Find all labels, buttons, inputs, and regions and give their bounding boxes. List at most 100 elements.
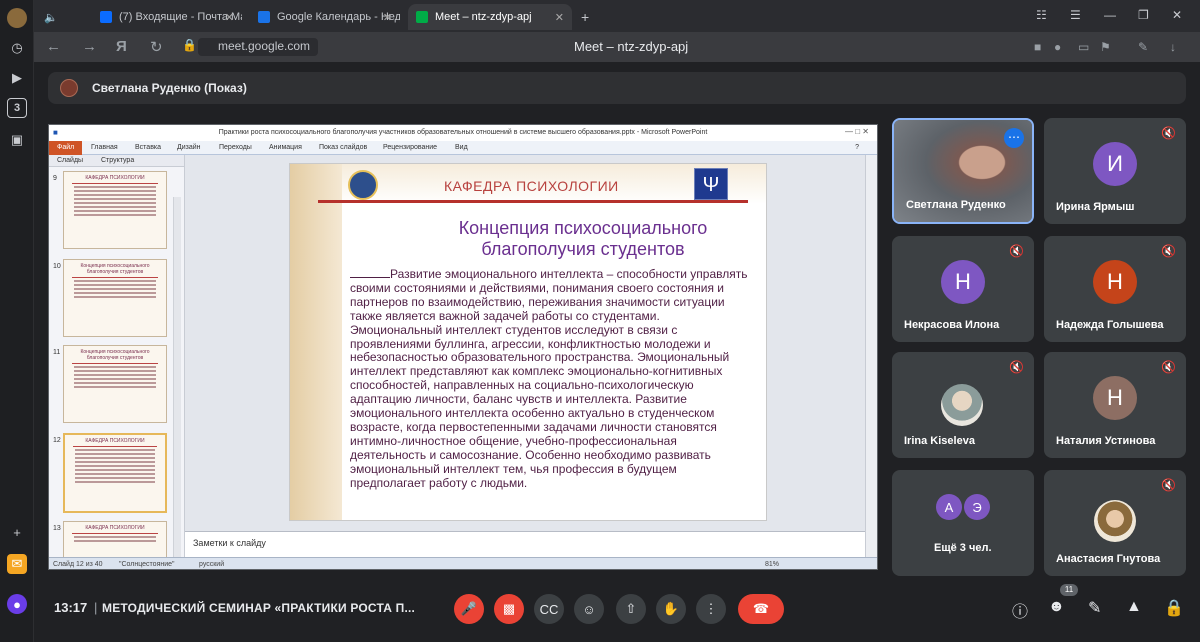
tab-calendar-title: Google Календарь - Неде <box>277 11 400 23</box>
participant-tile[interactable]: 🔇 Н Наталия Устинова <box>1044 352 1186 458</box>
participant-tile[interactable]: 🔇 Irina Kiseleva <box>892 352 1034 458</box>
thumb-number: 12 <box>53 437 61 444</box>
history-icon[interactable]: ◷ <box>7 38 27 58</box>
mic-off-icon: 🔇 <box>1161 360 1176 374</box>
profile-avatar[interactable] <box>7 8 27 28</box>
people-icon[interactable]: ☻ <box>1048 598 1065 616</box>
info-icon[interactable]: ⓘ <box>1012 598 1028 622</box>
close-window-icon[interactable]: ✕ <box>1172 8 1182 22</box>
panel-tabs: Слайды Структура <box>49 155 184 167</box>
participant-name: Надежда Голышева <box>1056 319 1164 331</box>
presenter-avatar <box>60 79 78 97</box>
camera-icon[interactable]: ▣ <box>7 130 27 150</box>
tab-slides: Слайды <box>57 157 84 164</box>
page-title: Meet – ntz-zdyp-apj <box>574 39 689 54</box>
present-button[interactable]: ⇧ <box>616 594 646 624</box>
captions-button[interactable]: CC <box>534 594 564 624</box>
speaker-icon[interactable]: 🔈 <box>38 4 62 30</box>
more-options-icon[interactable]: ⋯ <box>1004 128 1024 148</box>
thumb-title: КАФЕДРА ПСИХОЛОГИИ <box>85 175 145 181</box>
calendar-favicon-icon <box>258 11 270 23</box>
thumb-title: КАФЕДРА ПСИХОЛОГИИ <box>85 438 145 444</box>
mail-favicon-icon <box>100 11 112 23</box>
new-tab-button[interactable]: + <box>574 4 598 30</box>
tab-meet[interactable]: Meet – ntz-zdyp-apj ✕ <box>408 4 572 30</box>
thumb-number: 10 <box>53 263 61 270</box>
thumb-number: 11 <box>53 349 61 356</box>
download-icon[interactable]: ↓ <box>1170 40 1176 54</box>
presenter-label: Светлана Руденко (Показ) <box>92 81 247 95</box>
cast-icon[interactable]: ▭ <box>1078 40 1089 54</box>
ribbon-design: Дизайн <box>177 144 201 151</box>
participant-name: Irina Kiseleva <box>904 435 975 447</box>
slides-panel: Слайды Структура 9 КАФЕДРА ПСИХОЛОГИИ 10… <box>49 155 185 569</box>
meeting-name: МЕТОДИЧЕСКИЙ СЕМИНАР «ПРАКТИКИ РОСТА П..… <box>102 601 416 615</box>
mic-toggle-button[interactable]: 🎤 <box>454 594 484 624</box>
extensions-icon[interactable]: ✎ <box>1138 40 1148 54</box>
mic-off-icon: 🔇 <box>1161 478 1176 492</box>
participant-avatar: Н <box>941 260 985 304</box>
bookmark-icon[interactable]: ⚑ <box>1100 40 1111 54</box>
yandex-counter-icon[interactable]: 3 <box>7 98 27 118</box>
minimize-icon[interactable]: — <box>1104 8 1116 22</box>
end-call-button[interactable]: ☎ <box>738 594 784 624</box>
browser-sidebar: ◷ ▶ 3 ▣ + ✉ ● <box>0 0 34 642</box>
thumb-title: КАФЕДРА ПСИХОЛОГИИ <box>85 525 145 531</box>
language: русский <box>199 561 225 568</box>
reload-icon[interactable]: ↻ <box>150 38 163 56</box>
mic-indicator-icon[interactable]: ● <box>1054 40 1061 54</box>
url-text: meet.google.com <box>218 39 311 53</box>
participant-tile[interactable]: 🔇 Н Надежда Голышева <box>1044 236 1186 342</box>
emoji-button[interactable]: ☺ <box>574 594 604 624</box>
slide-thumbnail: Концепция психосоциального благополучия … <box>63 345 167 423</box>
close-icon[interactable]: ✕ <box>383 11 392 24</box>
activities-icon[interactable]: ▲ <box>1126 598 1142 616</box>
ribbon: Файл Главная Вставка Дизайн Переходы Ани… <box>49 141 877 155</box>
mic-off-icon: 🔇 <box>1161 244 1176 258</box>
raise-hand-button[interactable]: ✋ <box>656 594 686 624</box>
more-participants-tile[interactable]: А Э Ещё 3 чел. <box>892 470 1034 576</box>
yandex-icon[interactable]: Я <box>116 38 127 55</box>
participant-tile[interactable]: 🔇 Н Некрасова Илона <box>892 236 1034 342</box>
people-count-badge: 11 <box>1060 584 1078 596</box>
tab-calendar[interactable]: Google Календарь - Неде ✕ <box>250 4 400 30</box>
participant-avatar: А <box>936 494 962 520</box>
chat-icon[interactable]: ✎ <box>1088 598 1101 618</box>
clock: 13:17 <box>54 600 88 615</box>
alice-icon[interactable]: ● <box>7 594 27 614</box>
thumb-title: Концепция психосоциального благополучия … <box>80 349 150 361</box>
participant-tile[interactable]: 🔇 Анастасия Гнутова <box>1044 470 1186 576</box>
add-panel-icon[interactable]: + <box>7 522 27 542</box>
panel-scrollbar <box>173 197 181 569</box>
settings-icon[interactable]: ☰ <box>1070 8 1081 22</box>
presentation-screen: Практики роста психосоциального благопол… <box>48 124 878 570</box>
close-icon[interactable]: ✕ <box>225 11 234 24</box>
participant-avatar: И <box>1093 142 1137 186</box>
tab-mail[interactable]: (7) Входящие - Почта Mail ✕ <box>92 4 242 30</box>
media-play-icon[interactable]: ▶ <box>7 68 27 88</box>
lock-icon[interactable]: 🔒 <box>182 38 197 52</box>
bookmarks-icon[interactable]: ☷ <box>1036 8 1047 22</box>
slide-thumbnail-selected: КАФЕДРА ПСИХОЛОГИИ <box>63 433 167 513</box>
close-icon[interactable]: ✕ <box>555 11 564 24</box>
participant-name: Анастасия Гнутова <box>1056 553 1161 565</box>
participant-name: Наталия Устинова <box>1056 435 1156 447</box>
host-controls-icon[interactable]: 🔒 <box>1164 598 1184 618</box>
mail-icon[interactable]: ✉ <box>7 554 27 574</box>
more-options-button[interactable]: ⋮ <box>696 594 726 624</box>
participant-name: Некрасова Илона <box>904 319 1000 331</box>
back-icon[interactable]: ← <box>46 38 61 55</box>
participant-tile-video[interactable]: ⋯ Светлана Руденко <box>892 118 1034 224</box>
camera-indicator-icon[interactable]: ■ <box>1034 40 1041 54</box>
thumb-title: Концепция психосоциального благополучия … <box>80 263 150 275</box>
ribbon-home: Главная <box>91 144 118 151</box>
current-slide: Ψ КАФЕДРА ПСИХОЛОГИИ Концепция психосоци… <box>289 163 767 521</box>
participant-tile[interactable]: 🔇 И Ирина Ярмыш <box>1044 118 1186 224</box>
forward-icon[interactable]: → <box>82 38 97 55</box>
camera-toggle-button[interactable]: ▩ <box>494 594 524 624</box>
mic-off-icon: 🔇 <box>1009 360 1024 374</box>
tab-mail-title: (7) Входящие - Почта Mail <box>119 11 242 23</box>
maximize-icon[interactable]: ❐ <box>1138 8 1149 22</box>
url-field[interactable]: meet.google.com <box>198 38 319 56</box>
theme-name: "Солнцестояние" <box>119 561 175 568</box>
